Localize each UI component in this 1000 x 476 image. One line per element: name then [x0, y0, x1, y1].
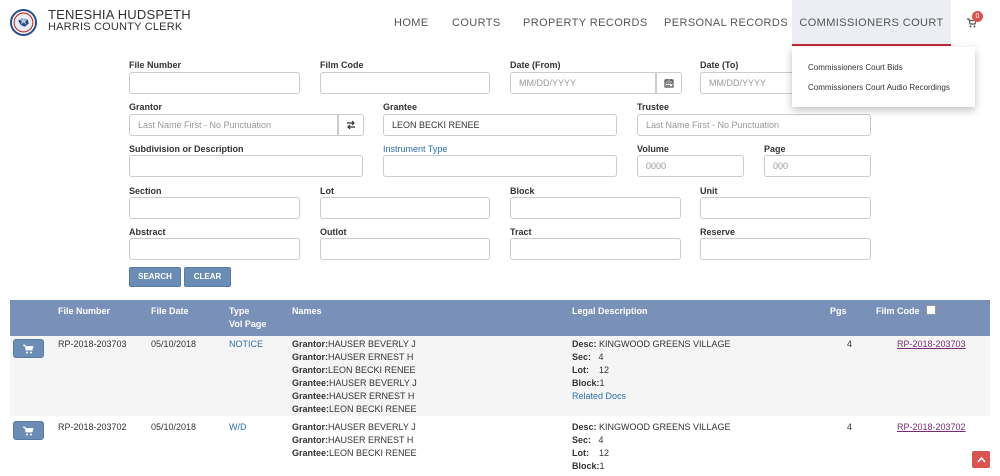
- dropdown-item-audio-recordings[interactable]: Commissioners Court Audio Recordings: [808, 83, 950, 92]
- subdivision-input[interactable]: [129, 155, 363, 177]
- grantor-label: Grantor: [129, 102, 163, 112]
- volume-label: Volume: [637, 144, 669, 154]
- page-input[interactable]: 000: [764, 155, 871, 177]
- abstract-label: Abstract: [129, 227, 166, 237]
- brand-name: TENESHIA HUDSPETH: [48, 7, 191, 22]
- file-number-label: File Number: [129, 60, 182, 70]
- name-entry: Grantor:HAUSER ERNEST H: [292, 435, 414, 445]
- swap-grantor-grantee-button[interactable]: [338, 114, 364, 136]
- tract-input[interactable]: [510, 238, 681, 260]
- name-entry: Grantee:HAUSER BEVERLY J: [292, 378, 417, 388]
- date-from-input[interactable]: MM/DD/YYYY: [510, 72, 656, 94]
- section-label: Section: [129, 186, 162, 196]
- date-from-calendar-button[interactable]: [656, 72, 682, 94]
- add-to-cart-button[interactable]: [13, 421, 44, 440]
- add-to-cart-button[interactable]: [13, 339, 44, 358]
- instrument-type-link[interactable]: NOTICE: [229, 338, 263, 351]
- table-row: RP-2018-203703 05/10/2018 NOTICE Grantor…: [10, 336, 990, 416]
- file-number-input[interactable]: [129, 72, 300, 94]
- reserve-label: Reserve: [700, 227, 736, 237]
- swap-arrows-icon: [347, 120, 355, 130]
- film-code-link[interactable]: RP-2018-203702: [897, 421, 966, 434]
- names-list: Grantor:HAUSER BEVERLY J Grantor:HAUSER …: [292, 421, 417, 460]
- file-number: RP-2018-203703: [58, 339, 127, 349]
- instrument-type-link[interactable]: Instrument Type: [383, 144, 447, 154]
- nav-commissioners-court[interactable]: COMMISSIONERS COURT: [792, 0, 951, 46]
- clear-button[interactable]: CLEAR: [184, 267, 231, 287]
- block-label: Block: [510, 186, 535, 196]
- name-entry: Grantor:HAUSER ERNEST H: [292, 352, 414, 362]
- file-date: 05/10/2018: [151, 339, 197, 349]
- table-row: RP-2018-203702 05/10/2018 W/D Grantor:HA…: [10, 416, 990, 476]
- name-entry: Grantor:HAUSER BEVERLY J: [292, 339, 416, 349]
- chevron-up-icon: [976, 456, 986, 463]
- commissioners-court-dropdown: Commissioners Court Bids Commissioners C…: [792, 47, 975, 107]
- cart-count-badge: 0: [972, 11, 983, 22]
- col-pgs: Pgs: [830, 306, 847, 316]
- outlot-label: Outlot: [320, 227, 347, 237]
- film-code-input[interactable]: [320, 72, 490, 94]
- volume-input[interactable]: 0000: [637, 155, 744, 177]
- page-label: Page: [764, 144, 786, 154]
- col-film-code: Film Code: [876, 306, 920, 316]
- page-count: 4: [847, 422, 853, 432]
- col-names: Names: [292, 306, 322, 316]
- lot-input[interactable]: [320, 197, 490, 219]
- date-to-input[interactable]: MM/DD/YYYY: [700, 72, 792, 94]
- unit-label: Unit: [700, 186, 718, 196]
- nav-property-records[interactable]: PROPERTY RECORDS: [523, 0, 648, 46]
- unit-input[interactable]: [700, 197, 871, 219]
- file-date: 05/10/2018: [151, 422, 197, 432]
- instrument-type-input[interactable]: [383, 155, 617, 177]
- section-input[interactable]: [129, 197, 300, 219]
- lot-label: Lot: [320, 186, 334, 196]
- trustee-input[interactable]: Last Name First - No Punctuation: [637, 114, 871, 136]
- name-entry: Grantee:HAUSER ERNEST H: [292, 391, 415, 401]
- name-entry: Grantor:HAUSER BEVERLY J: [292, 422, 416, 432]
- abstract-input[interactable]: [129, 238, 300, 260]
- county-seal-logo[interactable]: [10, 9, 37, 36]
- col-type: Type: [229, 306, 250, 316]
- date-to-label: Date (To): [700, 60, 739, 70]
- block-input[interactable]: [510, 197, 681, 219]
- nav-personal-records[interactable]: PERSONAL RECORDS: [664, 0, 788, 46]
- reserve-input[interactable]: [700, 238, 871, 260]
- related-docs-link[interactable]: Related Docs: [572, 390, 731, 403]
- grantor-input[interactable]: Last Name First - No Punctuation: [129, 114, 338, 136]
- grantee-label: Grantee: [383, 102, 418, 112]
- file-number: RP-2018-203702: [58, 422, 127, 432]
- date-from-label: Date (From): [510, 60, 561, 70]
- col-file-number: File Number: [58, 306, 111, 316]
- col-file-date: File Date: [151, 306, 189, 316]
- name-entry: Grantee:LEON BECKI RENEE: [292, 404, 417, 414]
- grantee-input[interactable]: LEON BECKI RENEE: [383, 114, 617, 136]
- name-entry: Grantor:LEON BECKI RENEE: [292, 365, 416, 375]
- nav-home[interactable]: HOME: [394, 0, 429, 46]
- outlot-input[interactable]: [320, 238, 490, 260]
- tract-label: Tract: [510, 227, 532, 237]
- scroll-to-top-button[interactable]: [972, 451, 990, 468]
- name-entry: Grantee:LEON BECKI RENEE: [292, 448, 417, 458]
- col-vol-page: Vol Page: [229, 319, 267, 329]
- film-code-link[interactable]: RP-2018-203703: [897, 338, 966, 351]
- calendar-icon: [664, 79, 674, 88]
- col-legal-description: Legal Description: [572, 306, 648, 316]
- instrument-type-link[interactable]: W/D: [229, 421, 247, 434]
- select-all-checkbox[interactable]: [926, 305, 936, 315]
- brand-subtitle: HARRIS COUNTY CLERK: [48, 21, 183, 33]
- page-count: 4: [847, 339, 853, 349]
- search-button[interactable]: SEARCH: [129, 267, 181, 287]
- nav-courts[interactable]: COURTS: [452, 0, 501, 46]
- film-code-label: Film Code: [320, 60, 364, 70]
- legal-description: Desc: KINGWOOD GREENS VILLAGE Sec: 4 Lot…: [572, 339, 731, 403]
- trustee-label: Trustee: [637, 102, 670, 112]
- top-navbar: TENESHIA HUDSPETH HARRIS COUNTY CLERK HO…: [0, 0, 1000, 46]
- subdivision-label: Subdivision or Description: [129, 144, 244, 154]
- cart-icon: [23, 344, 34, 353]
- legal-description: Desc: KINGWOOD GREENS VILLAGE Sec: 4 Lot…: [572, 422, 731, 471]
- cart-icon: [23, 426, 34, 435]
- dropdown-item-bids[interactable]: Commissioners Court Bids: [808, 63, 903, 72]
- results-table-header: File Number File Date Type Vol Page Name…: [10, 300, 990, 336]
- names-list: Grantor:HAUSER BEVERLY J Grantor:HAUSER …: [292, 338, 417, 416]
